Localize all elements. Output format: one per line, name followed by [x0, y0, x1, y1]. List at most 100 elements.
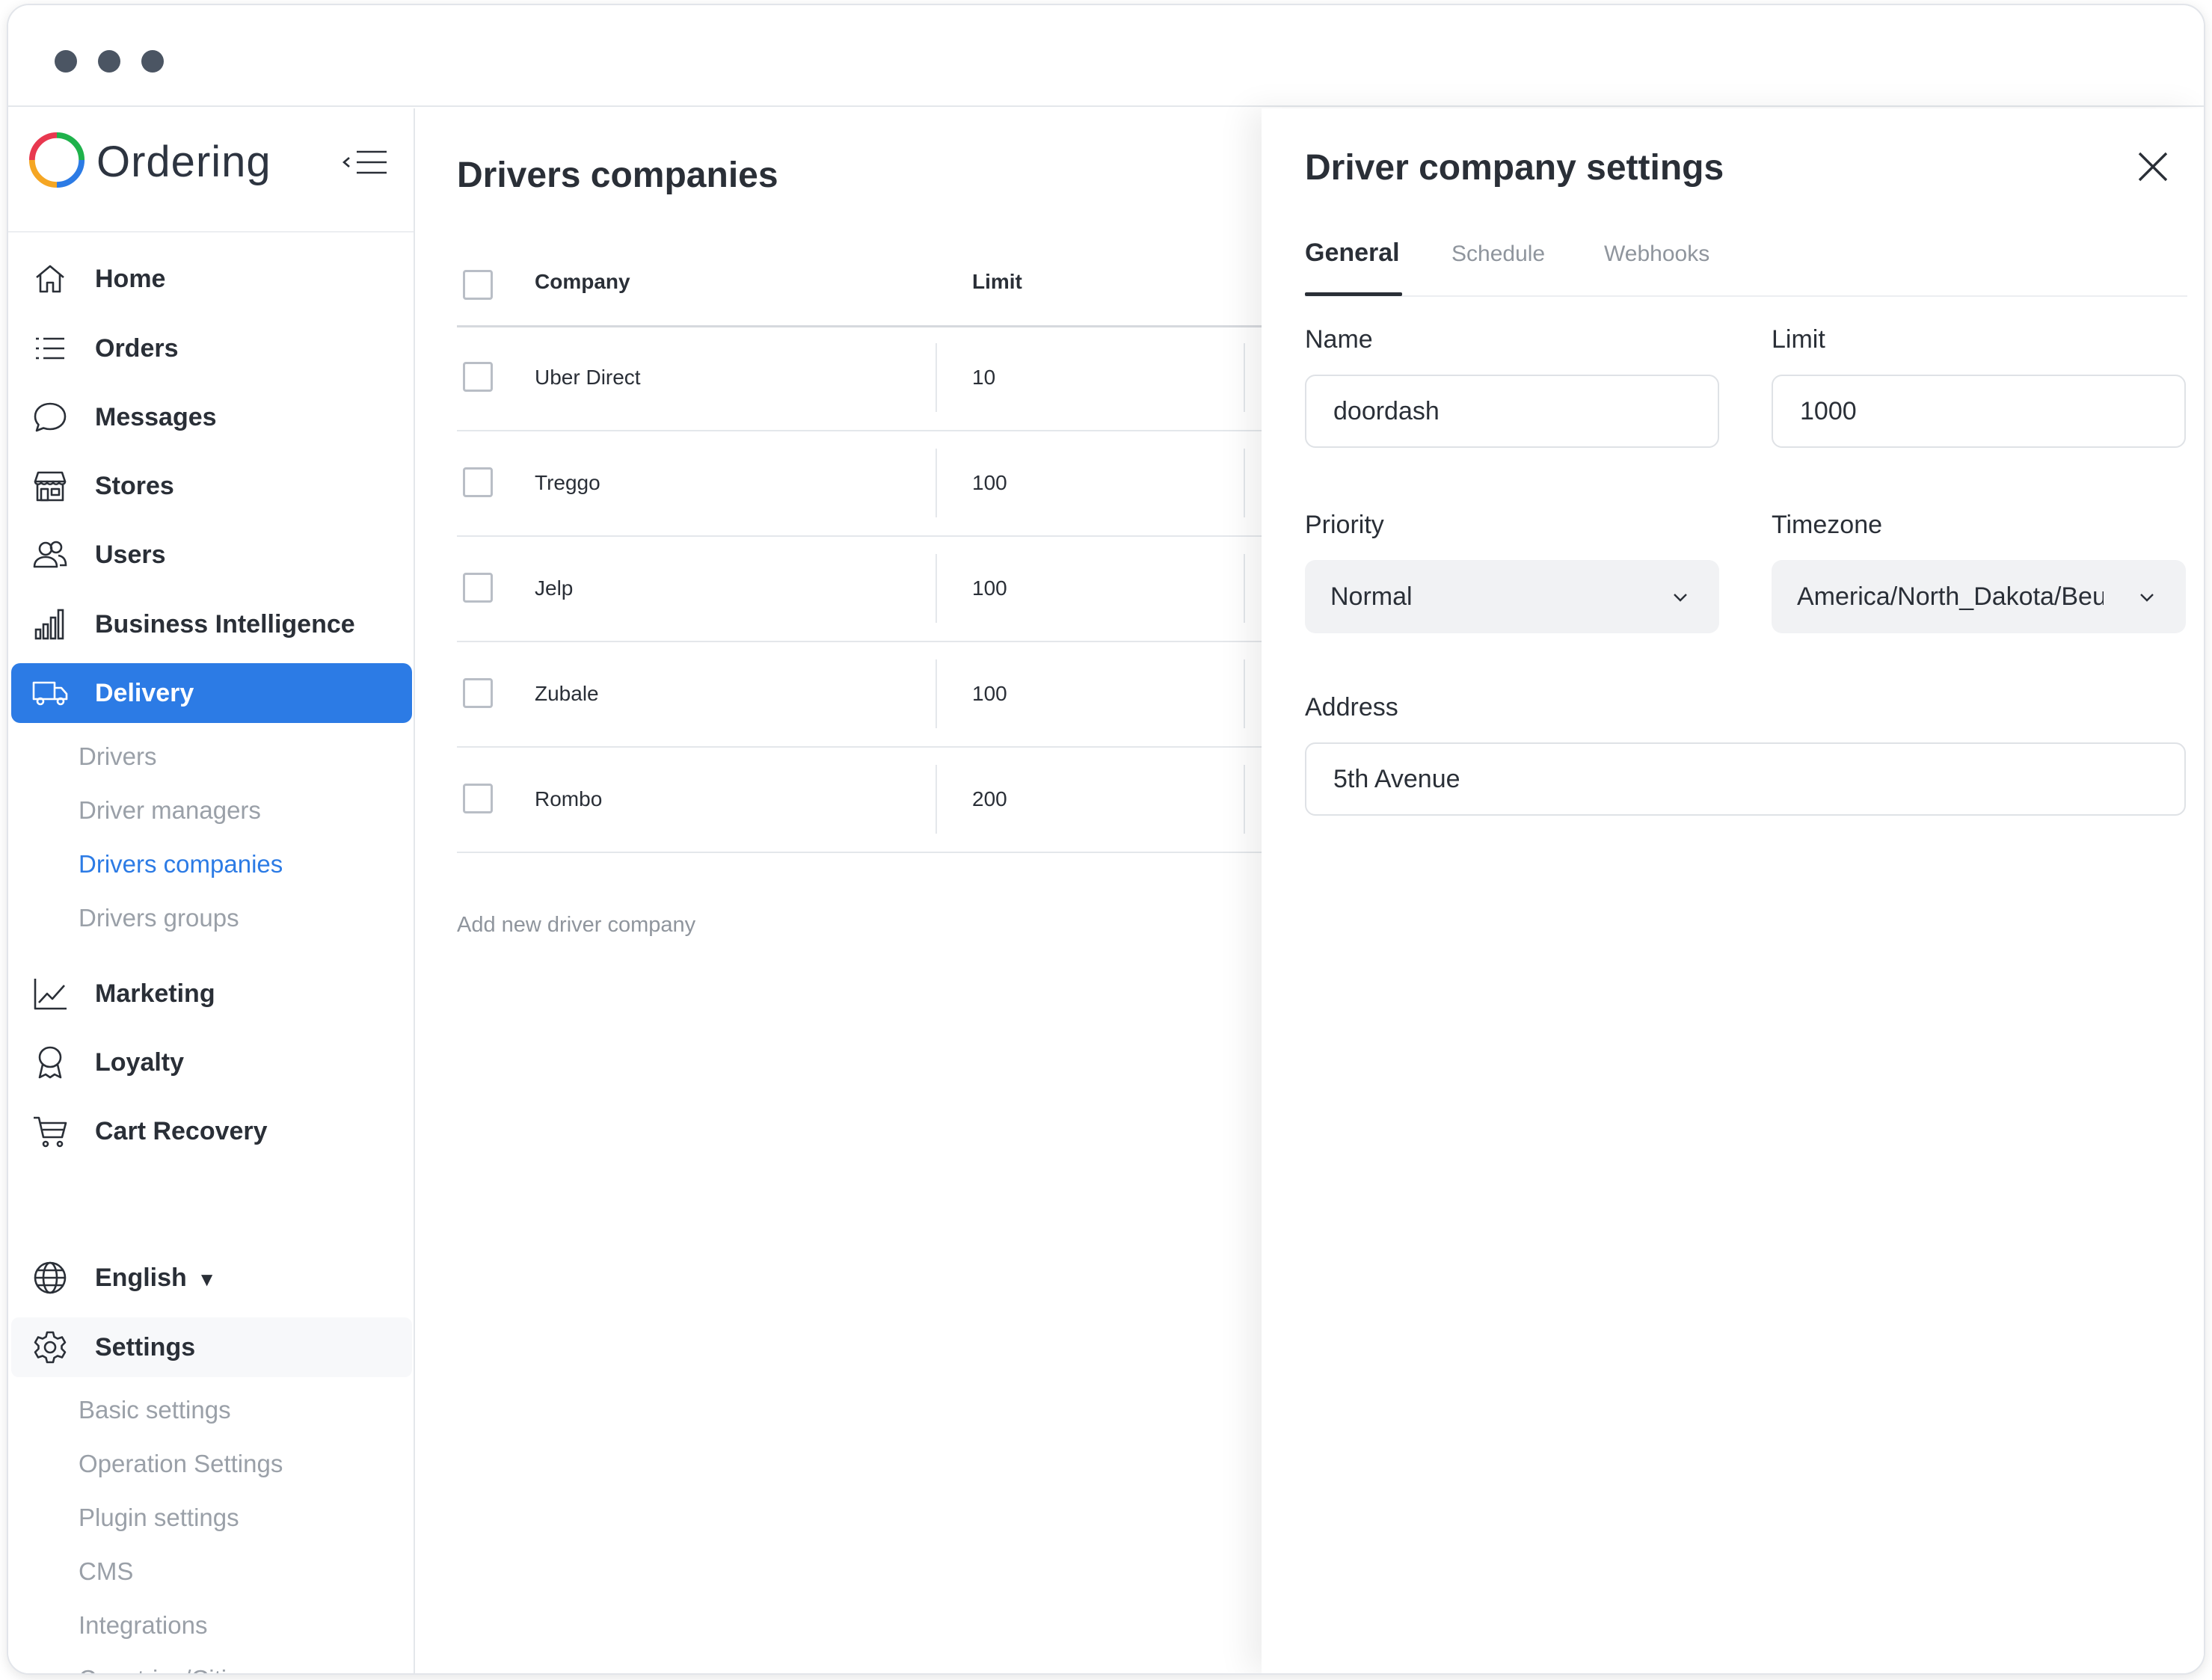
- company-cell: Uber Direct: [535, 366, 641, 389]
- column-header-company[interactable]: Company: [535, 270, 630, 294]
- subnav-drivers-groups[interactable]: Drivers groups: [79, 904, 239, 932]
- limit-cell: 100: [972, 682, 1007, 705]
- column-divider: [1244, 765, 1245, 834]
- column-divider: [936, 659, 937, 728]
- name-label: Name: [1305, 325, 1373, 354]
- cart-icon: [34, 1116, 67, 1148]
- close-icon[interactable]: [2135, 149, 2171, 185]
- window-maximize-dot[interactable]: [141, 50, 164, 73]
- row-divider: [457, 641, 1265, 642]
- row-divider: [457, 535, 1265, 537]
- column-divider: [936, 554, 937, 623]
- list-icon: [36, 337, 64, 360]
- subnav-cms[interactable]: CMS: [79, 1557, 133, 1586]
- limit-cell: 10: [972, 366, 996, 389]
- row-checkbox[interactable]: [463, 784, 493, 813]
- nav-label: Marketing: [95, 979, 215, 1008]
- address-input[interactable]: [1305, 742, 2186, 816]
- row-divider: [457, 746, 1265, 748]
- nav-item-stores[interactable]: Stores: [11, 456, 412, 516]
- nav-label: Orders: [95, 333, 179, 363]
- company-cell: Rombo: [535, 787, 603, 810]
- globe-icon: [34, 1261, 67, 1294]
- window-minimize-dot[interactable]: [98, 50, 120, 73]
- subnav-operation-settings[interactable]: Operation Settings: [79, 1450, 283, 1478]
- nav-item-delivery[interactable]: Delivery: [11, 663, 412, 723]
- limit-cell: 200: [972, 787, 1007, 810]
- window-titlebar: [8, 5, 2204, 107]
- column-divider: [1244, 343, 1245, 412]
- bar-chart-icon: [34, 609, 64, 640]
- chevron-down-icon: [2140, 594, 2154, 602]
- collapse-sidebar-icon[interactable]: [342, 147, 388, 177]
- add-driver-company-link[interactable]: Add new driver company: [457, 913, 695, 938]
- nav-label: Users: [95, 540, 166, 569]
- nav-item-business-intelligence[interactable]: Business Intelligence: [11, 594, 412, 654]
- nav-item-cart-recovery[interactable]: Cart Recovery: [11, 1101, 412, 1161]
- truck-icon: [32, 681, 68, 706]
- column-divider: [1244, 554, 1245, 623]
- timezone-label: Timezone: [1772, 511, 1883, 539]
- subnav-basic-settings[interactable]: Basic settings: [79, 1396, 231, 1424]
- row-checkbox[interactable]: [463, 362, 493, 392]
- app-window: Ordering Home Orders Messages Stores Use…: [7, 4, 2205, 1675]
- limit-label: Limit: [1772, 325, 1825, 354]
- row-checkbox[interactable]: [463, 678, 493, 708]
- row-checkbox[interactable]: [463, 467, 493, 497]
- table-header-divider: [457, 325, 1265, 327]
- nav-label: Business Intelligence: [95, 609, 355, 639]
- tab-general[interactable]: General: [1305, 239, 1400, 268]
- store-icon: [34, 471, 67, 502]
- limit-cell: 100: [972, 576, 1007, 600]
- page-title: Drivers companies: [457, 156, 778, 195]
- company-cell: Zubale: [535, 682, 599, 705]
- nav-label: Loyalty: [95, 1047, 185, 1077]
- column-divider: [1244, 449, 1245, 517]
- timezone-select[interactable]: America/North_Dakota/Beulah: [1772, 560, 2186, 633]
- row-checkbox[interactable]: [463, 573, 493, 603]
- name-input[interactable]: [1305, 375, 1719, 448]
- caret-down-icon: ▼: [197, 1267, 217, 1290]
- limit-input[interactable]: [1772, 375, 2186, 448]
- language-label: English: [95, 1263, 187, 1292]
- nav-item-orders[interactable]: Orders: [11, 319, 412, 378]
- chat-bubble-icon: [34, 402, 67, 432]
- nav-label: Settings: [95, 1332, 196, 1361]
- subnav-drivers[interactable]: Drivers: [79, 742, 157, 771]
- column-divider: [936, 449, 937, 517]
- nav-item-settings[interactable]: Settings: [11, 1317, 412, 1377]
- tab-webhooks[interactable]: Webhooks: [1604, 241, 1709, 267]
- driver-company-settings-panel: Driver company settings General Schedule…: [1262, 108, 2204, 1673]
- brand-header: Ordering: [8, 108, 414, 233]
- window-close-dot[interactable]: [55, 50, 77, 73]
- nav-item-loyalty[interactable]: Loyalty: [11, 1033, 412, 1092]
- language-selector[interactable]: English ▼: [11, 1248, 412, 1308]
- active-tab-indicator: [1305, 292, 1402, 296]
- company-cell: Jelp: [535, 576, 574, 600]
- nav-item-messages[interactable]: Messages: [11, 387, 412, 447]
- column-divider: [936, 343, 937, 412]
- priority-label: Priority: [1305, 511, 1384, 539]
- subnav-plugin-settings[interactable]: Plugin settings: [79, 1504, 239, 1532]
- subnav-drivers-companies[interactable]: Drivers companies: [79, 850, 283, 879]
- priority-value: Normal: [1330, 582, 1413, 611]
- row-divider: [457, 430, 1265, 431]
- subnav-integrations[interactable]: Integrations: [79, 1611, 207, 1640]
- chevron-down-icon: [1674, 594, 1687, 602]
- nav-item-marketing[interactable]: Marketing: [11, 964, 412, 1024]
- subnav-driver-managers[interactable]: Driver managers: [79, 796, 261, 825]
- tab-schedule[interactable]: Schedule: [1451, 241, 1545, 267]
- tabs-divider: [1305, 295, 2187, 297]
- users-icon: [33, 541, 67, 568]
- nav-label: Stores: [95, 471, 174, 500]
- nav-item-home[interactable]: Home: [11, 249, 412, 309]
- nav-label: Messages: [95, 402, 217, 431]
- column-header-limit[interactable]: Limit: [972, 270, 1022, 294]
- subnav-countries-cities[interactable]: Countries/Cities: [79, 1665, 253, 1673]
- award-icon: [38, 1046, 62, 1079]
- nav-item-users[interactable]: Users: [11, 525, 412, 585]
- select-all-checkbox[interactable]: [463, 270, 493, 300]
- brand-name: Ordering: [96, 138, 271, 186]
- priority-select[interactable]: Normal: [1305, 560, 1719, 633]
- home-icon: [36, 265, 64, 293]
